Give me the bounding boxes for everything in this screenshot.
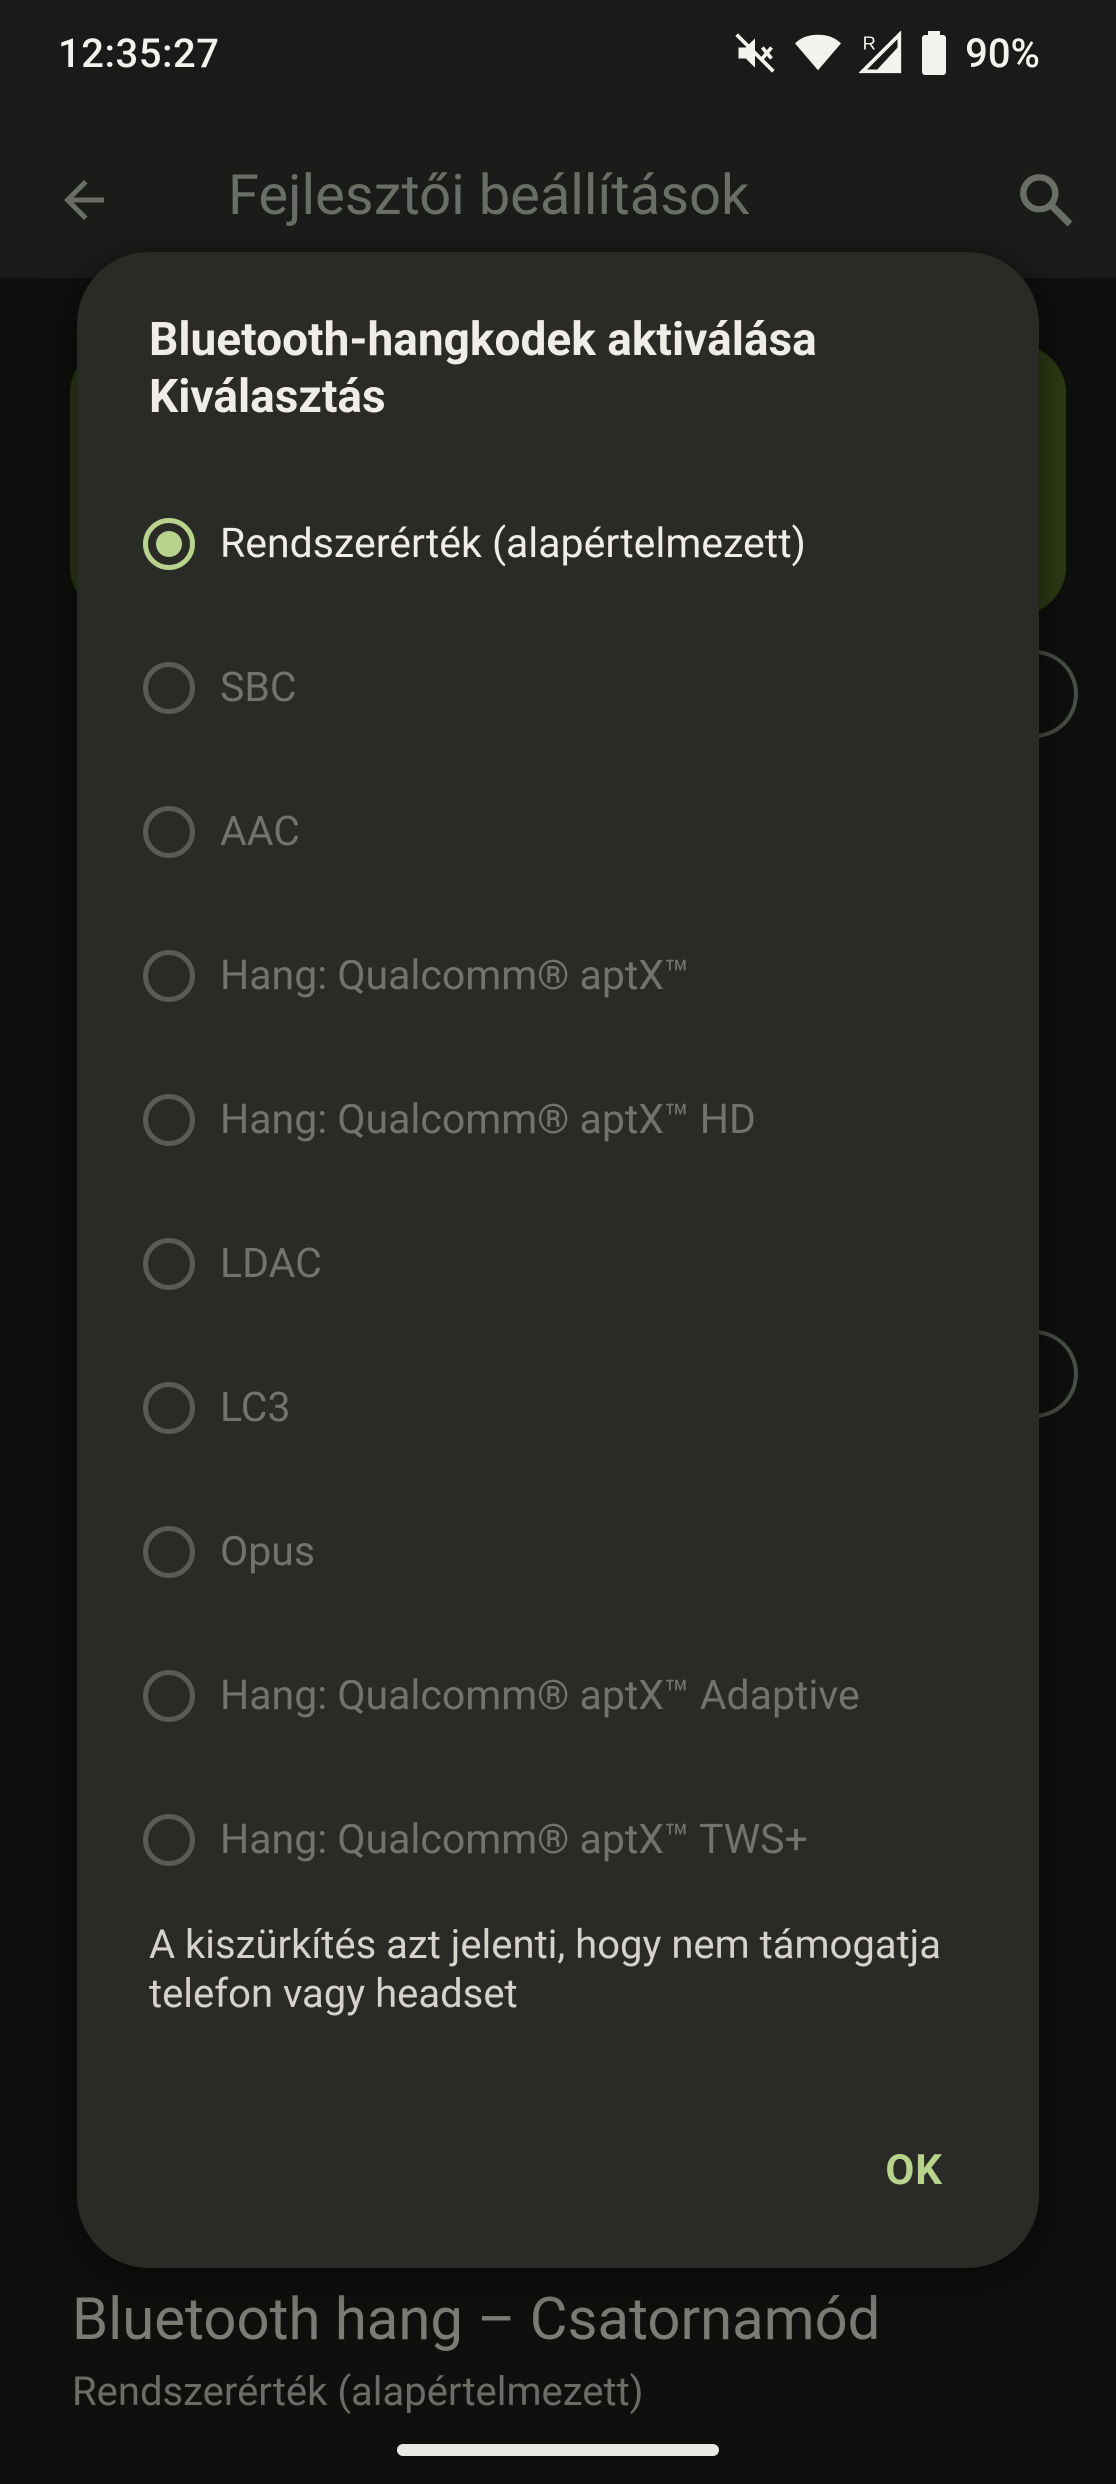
page-title: Fejlesztői beállítások: [228, 162, 750, 228]
battery-percentage: 90%: [965, 29, 1040, 77]
option-label: LC3: [220, 1384, 291, 1432]
codec-selection-dialog: Bluetooth-hangkodek aktiválása Kiválaszt…: [77, 252, 1039, 2268]
signal-roaming-icon: R: [859, 31, 902, 74]
status-icons: R 90%: [733, 28, 1040, 78]
radio-button[interactable]: [143, 1670, 195, 1722]
radio-button[interactable]: [143, 1526, 195, 1578]
codec-option-system-default[interactable]: Rendszerérték (alapértelmezett): [77, 472, 1039, 616]
codec-option-aptx-hd[interactable]: Hang: Qualcomm® aptX™ HD: [77, 1048, 1039, 1192]
radio-button[interactable]: [143, 1382, 195, 1434]
radio-button[interactable]: [143, 806, 195, 858]
navigation-gesture-handle[interactable]: [397, 2444, 719, 2456]
radio-button[interactable]: [143, 1094, 195, 1146]
option-label: LDAC: [220, 1240, 322, 1288]
radio-button-checked[interactable]: [143, 518, 195, 570]
background-pref-subtitle: Rendszerérték (alapértelmezett): [72, 2368, 644, 2415]
codec-option-aptx-tws[interactable]: Hang: Qualcomm® aptX™ TWS+: [77, 1768, 1039, 1912]
option-label: Hang: Qualcomm® aptX™: [220, 952, 690, 1000]
mute-icon: [735, 33, 775, 73]
codec-option-sbc[interactable]: SBC: [77, 616, 1039, 760]
option-label: Hang: Qualcomm® aptX™ Adaptive: [220, 1672, 860, 1720]
codec-option-opus[interactable]: Opus: [77, 1480, 1039, 1624]
dialog-title: Bluetooth-hangkodek aktiválása Kiválaszt…: [149, 313, 817, 424]
codec-option-list: Rendszerérték (alapértelmezett) SBC AAC …: [77, 472, 1039, 1912]
battery-icon: [922, 31, 947, 75]
option-label: Hang: Qualcomm® aptX™ HD: [220, 1096, 756, 1144]
radio-button[interactable]: [143, 662, 195, 714]
option-label: Hang: Qualcomm® aptX™ TWS+: [220, 1816, 808, 1864]
radio-button[interactable]: [143, 950, 195, 1002]
radio-button[interactable]: [143, 1814, 195, 1866]
background-pref-title[interactable]: Bluetooth hang – Csatornamód: [72, 2286, 880, 2354]
status-bar: 12:35:27 R 90%: [0, 0, 1116, 110]
codec-option-aptx-adaptive[interactable]: Hang: Qualcomm® aptX™ Adaptive: [77, 1624, 1039, 1768]
dialog-note: A kiszürkítés azt jelenti, hogy nem támo…: [149, 1921, 941, 2017]
codec-option-aptx[interactable]: Hang: Qualcomm® aptX™: [77, 904, 1039, 1048]
search-icon[interactable]: [1014, 168, 1078, 232]
option-label: Rendszerérték (alapértelmezett): [220, 520, 806, 568]
arrow-back-icon[interactable]: [54, 170, 114, 230]
option-label: AAC: [220, 808, 300, 856]
codec-option-ldac[interactable]: LDAC: [77, 1192, 1039, 1336]
option-label: SBC: [220, 664, 297, 712]
svg-text:R: R: [863, 32, 876, 53]
status-time: 12:35:27: [58, 30, 220, 77]
wifi-icon: [795, 34, 842, 71]
option-label: Opus: [220, 1528, 315, 1576]
codec-option-lc3[interactable]: LC3: [77, 1336, 1039, 1480]
ok-button[interactable]: OK: [885, 2146, 943, 2195]
radio-button[interactable]: [143, 1238, 195, 1290]
codec-option-aac[interactable]: AAC: [77, 760, 1039, 904]
